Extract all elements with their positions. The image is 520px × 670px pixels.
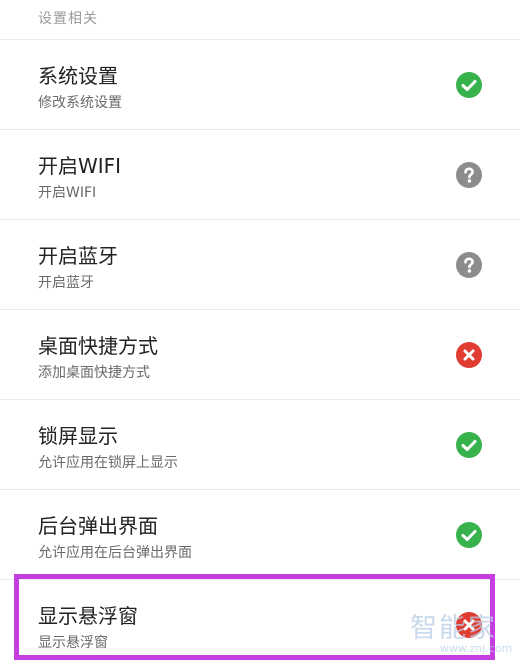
- permission-row-wifi[interactable]: 开启WIFI 开启WIFI: [0, 130, 520, 220]
- permission-row-bluetooth[interactable]: 开启蓝牙 开启蓝牙: [0, 220, 520, 310]
- permission-subtitle: 开启蓝牙: [38, 275, 94, 291]
- permission-subtitle: 显示悬浮窗: [38, 635, 108, 651]
- permission-subtitle: 添加桌面快捷方式: [38, 365, 150, 381]
- watermark-text: 智能家: [410, 613, 497, 644]
- watermark-url: www.znj.com: [440, 642, 513, 655]
- permission-title: 开启WIFI: [38, 154, 122, 178]
- permission-title: 开启蓝牙: [38, 244, 118, 268]
- permission-subtitle: 允许应用在锁屏上显示: [38, 455, 178, 471]
- watermark: 智能家 www.znj.com: [410, 606, 512, 662]
- permission-row-system-settings[interactable]: 系统设置 修改系统设置: [0, 40, 520, 130]
- permission-settings-screen: 设置相关 系统设置 修改系统设置 开启WIFI 开启WIFI 开启蓝牙 开启蓝牙…: [0, 0, 520, 670]
- question-icon[interactable]: [456, 162, 482, 188]
- check-icon[interactable]: [456, 432, 482, 458]
- permission-title: 显示悬浮窗: [38, 604, 138, 628]
- permission-subtitle: 开启WIFI: [38, 185, 97, 201]
- question-icon[interactable]: [456, 252, 482, 278]
- permission-row-background-popup[interactable]: 后台弹出界面 允许应用在后台弹出界面: [0, 490, 520, 580]
- check-icon[interactable]: [456, 72, 482, 98]
- permission-title: 锁屏显示: [38, 424, 118, 448]
- permission-subtitle: 修改系统设置: [38, 95, 122, 111]
- permission-row-desktop-shortcut[interactable]: 桌面快捷方式 添加桌面快捷方式: [0, 310, 520, 400]
- permission-subtitle: 允许应用在后台弹出界面: [38, 545, 192, 561]
- permission-title: 桌面快捷方式: [38, 334, 158, 358]
- check-icon[interactable]: [456, 522, 482, 548]
- permission-title: 后台弹出界面: [38, 514, 158, 538]
- permission-row-lockscreen-display[interactable]: 锁屏显示 允许应用在锁屏上显示: [0, 400, 520, 490]
- cross-icon[interactable]: [456, 342, 482, 368]
- permission-title: 系统设置: [38, 64, 118, 88]
- section-header-label: 设置相关: [38, 11, 98, 27]
- section-header: 设置相关: [0, 0, 520, 40]
